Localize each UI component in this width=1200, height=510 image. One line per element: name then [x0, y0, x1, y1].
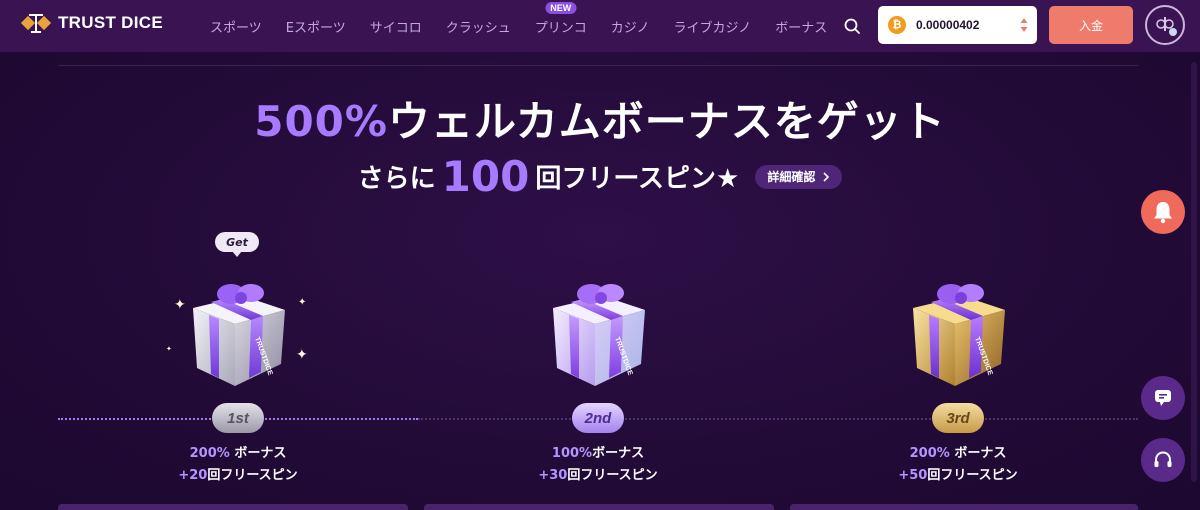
nav-item-label: クラッシュ	[445, 20, 511, 36]
free-spins-text: +20回フリースピン	[118, 464, 358, 483]
purple-gift-icon: TRUSTDICE	[553, 284, 645, 386]
get-bubble-tail	[232, 251, 242, 257]
headline-percent: 500%	[254, 97, 388, 146]
spins-count: +30	[538, 468, 568, 483]
chat-icon	[1155, 390, 1171, 406]
nav-item-label: ボーナス	[775, 20, 828, 36]
nav-item-crash[interactable]: クラッシュ	[434, 0, 523, 52]
brand-logo[interactable]: TRUST DICE	[20, 10, 163, 36]
user-avatar-icon	[1156, 17, 1177, 36]
bonus-text: 200% ボーナス	[118, 442, 358, 461]
details-label: 詳細確認	[767, 170, 816, 184]
subline-suffix: 回フリースピン★	[535, 164, 740, 194]
nav-item-label: カジノ	[610, 20, 650, 36]
promo-subline: さらに 100 回フリースピン★ 詳細確認	[0, 152, 1200, 201]
nav-item-plinko[interactable]: NEW プリンコ	[523, 0, 599, 52]
nav-item-sports[interactable]: スポーツ	[198, 0, 274, 52]
bonus-tier-2[interactable]: TRUSTDICE 2nd 100%ボーナス +30回フリースピン	[478, 238, 718, 488]
rank-badge: 3rd	[932, 403, 984, 433]
get-bubble: Get	[215, 232, 259, 252]
divider	[58, 65, 1138, 66]
gold-gift-icon: TRUSTDICE	[913, 284, 1005, 386]
rank-badge: 1st	[212, 403, 264, 433]
spins-label: 回フリースピン	[567, 468, 658, 483]
free-spins-text: +50回フリースピン	[838, 464, 1078, 483]
currency-switch-icon[interactable]	[1020, 17, 1028, 33]
bonus-percent: 200%	[189, 446, 230, 461]
chat-button[interactable]	[1141, 376, 1185, 420]
new-badge: NEW	[545, 2, 577, 14]
nav-item-label: ライブカジノ	[673, 20, 752, 36]
wallet-balance[interactable]: ₿ 0.00000402	[878, 6, 1037, 44]
headline-text: ウェルカムボーナスをゲット	[388, 97, 946, 146]
bonus-label: ボーナス	[949, 446, 1007, 461]
nav-item-live-casino[interactable]: ライブカジノ	[662, 0, 764, 52]
nav-item-esports[interactable]: Eスポーツ	[274, 0, 358, 52]
nav-item-bonus[interactable]: ボーナス	[763, 0, 839, 52]
top-header: TRUST DICE スポーツ Eスポーツ サイコロ クラッシュ NEW プリン…	[0, 0, 1200, 52]
main-nav: スポーツ Eスポーツ サイコロ クラッシュ NEW プリンコ カジノ ライブカジ…	[198, 0, 839, 52]
bonus-percent: 200%	[909, 446, 950, 461]
nav-item-casino[interactable]: カジノ	[599, 0, 662, 52]
free-spins-count: 100	[441, 152, 530, 201]
bonus-text: 100%ボーナス	[478, 442, 718, 461]
bitcoin-icon: ₿	[888, 16, 906, 34]
silver-gift-icon: TRUSTDICE	[193, 284, 285, 386]
search-icon	[844, 18, 860, 34]
wallet-amount: 0.00000402	[916, 18, 980, 32]
card-edge	[58, 504, 408, 510]
card-edge	[790, 504, 1138, 510]
subline-prefix: さらに	[357, 164, 436, 194]
headset-icon	[1154, 451, 1172, 467]
nav-item-label: プリンコ	[534, 20, 587, 36]
spins-count: +20	[178, 468, 208, 483]
logo-icon	[20, 14, 52, 33]
bonus-label: ボーナス	[229, 446, 287, 461]
sparkle-icon: ✦	[166, 345, 172, 353]
details-button[interactable]: 詳細確認	[755, 164, 843, 189]
support-button[interactable]	[1141, 438, 1185, 482]
spins-label: 回フリースピン	[207, 468, 298, 483]
card-edge	[424, 504, 774, 510]
rank-badge: 2nd	[572, 403, 624, 433]
nav-item-label: サイコロ	[369, 20, 422, 36]
sparkle-icon: ✦	[298, 297, 307, 308]
deposit-button[interactable]: 入金	[1049, 6, 1133, 44]
bonus-label: ボーナス	[592, 446, 645, 461]
sparkle-icon: ✦	[174, 297, 186, 313]
notification-button[interactable]	[1141, 190, 1185, 234]
promo-headline: 500%ウェルカムボーナスをゲット	[0, 88, 1200, 149]
brand-name: TRUST DICE	[58, 13, 163, 32]
bonus-percent: 100%	[551, 446, 593, 461]
avatar[interactable]	[1145, 5, 1185, 45]
free-spins-text: +30回フリースピン	[478, 464, 718, 483]
spins-count: +50	[898, 468, 928, 483]
sparkle-icon: ✦	[296, 347, 308, 363]
bonus-text: 200% ボーナス	[838, 442, 1078, 461]
bell-icon	[1154, 202, 1172, 224]
nav-item-label: Eスポーツ	[285, 20, 346, 36]
nav-item-dice[interactable]: サイコロ	[358, 0, 434, 52]
bonus-tier-1[interactable]: TRUSTDICE ✦ ✦ ✦ ✦ 1st 200% ボーナス +20回フリース…	[118, 238, 358, 488]
nav-item-label: スポーツ	[210, 20, 262, 36]
main-content: 500%ウェルカムボーナスをゲット さらに 100 回フリースピン★ 詳細確認	[0, 52, 1200, 510]
spins-label: 回フリースピン	[927, 468, 1018, 483]
search-button[interactable]	[840, 14, 864, 38]
chevron-right-icon	[823, 171, 830, 182]
bonus-tier-3[interactable]: TRUSTDICE 3rd 200% ボーナス +50回フリースピン	[838, 238, 1078, 488]
